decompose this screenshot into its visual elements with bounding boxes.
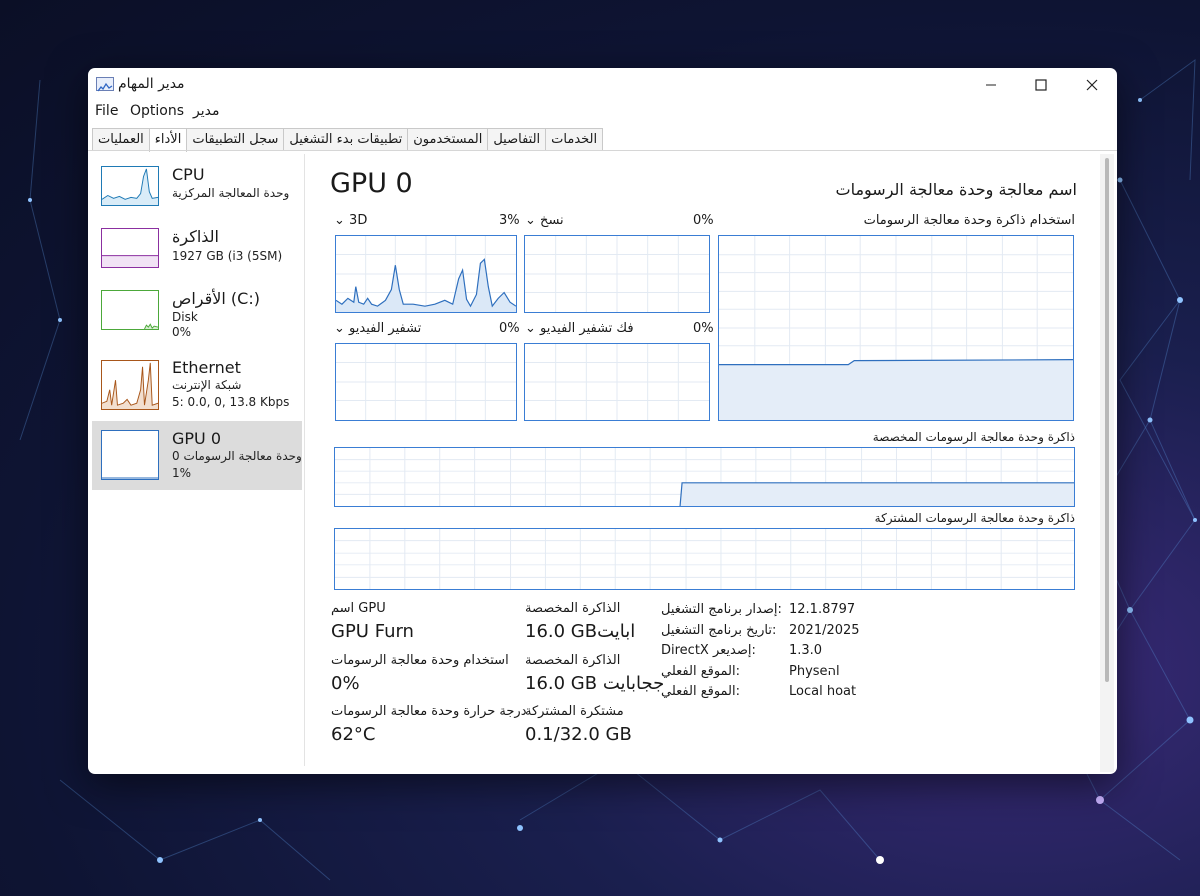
info-physical-location-key: الموقع الفعلي: bbox=[661, 664, 741, 679]
tab-strip: العمليات الأداء سجل التطبيقات تطبيقات بد… bbox=[92, 128, 604, 152]
dedicated-memory-label: ذاكرة وحدة معالجة الرسومات المخصصة bbox=[872, 430, 1075, 444]
gpu-memory-usage-label: استخدام ذاكرة وحدة معالجة الرسومات bbox=[863, 213, 1075, 228]
close-icon bbox=[1086, 79, 1098, 91]
info-location-value: Local hoat bbox=[789, 684, 857, 699]
dedicated-memory-graph bbox=[334, 447, 1075, 507]
maximize-icon bbox=[1035, 79, 1047, 91]
window-title: مدير المهام bbox=[118, 76, 185, 92]
tab-divider bbox=[88, 150, 1117, 151]
info-physical-location-value: Physeהl bbox=[789, 664, 840, 679]
engine-video-encode-label[interactable]: ⌄ تشفير الفيديو bbox=[334, 321, 421, 336]
info-directx-value: 1.3.0 bbox=[789, 643, 823, 658]
engine-video-encode-percent: 0% bbox=[499, 321, 520, 336]
engine-video-decode-percent: 0% bbox=[693, 321, 714, 336]
engine-video-encode-name: تشفير الفيديو bbox=[349, 321, 422, 336]
engine-copy-label[interactable]: ⌄ نسخ bbox=[525, 213, 564, 228]
sidebar-item-gpu0[interactable]: GPU 0 وحدة معالجة الرسومات 0 1% bbox=[92, 421, 302, 490]
page-title: GPU 0 bbox=[330, 168, 413, 199]
sidebar-divider bbox=[304, 154, 305, 766]
chevron-down-icon: ⌄ bbox=[334, 321, 345, 336]
task-manager-window: مدير المهام File Options مدير العمليات ا… bbox=[88, 68, 1117, 774]
sidebar-item-ethernet-speed: 5: 0.0, 0, 13.8 Kbps bbox=[172, 395, 290, 409]
stat-dedicated-memory2-label: الذاكرة المخصصة bbox=[525, 653, 621, 668]
shared-memory-graph bbox=[334, 528, 1075, 590]
sidebar-item-cpu-sub: وحدة المعالجة المركزية bbox=[172, 186, 290, 200]
minimize-button[interactable] bbox=[966, 68, 1016, 102]
sidebar-item-memory[interactable]: الذاكرة 1927 GB (i3 (5SM) bbox=[92, 222, 302, 290]
sidebar-item-gpu0-title: GPU 0 bbox=[172, 429, 222, 448]
menu-file[interactable]: File bbox=[95, 103, 118, 119]
sidebar-item-gpu0-usage: 1% bbox=[172, 466, 192, 480]
tab-app-history[interactable]: سجل التطبيقات bbox=[186, 128, 285, 151]
stat-shared-memory-value: 0.1/32.0 GB bbox=[525, 724, 632, 745]
minimize-icon bbox=[986, 84, 996, 86]
chevron-down-icon: ⌄ bbox=[525, 321, 536, 336]
engine-copy-graph bbox=[524, 235, 710, 313]
sidebar-item-disk-usage: 0% bbox=[172, 325, 192, 339]
menu-manager[interactable]: مدير bbox=[193, 103, 219, 119]
engine-3d-percent: 3% bbox=[499, 213, 520, 228]
tab-details[interactable]: التفاصيل bbox=[487, 128, 547, 151]
maximize-button[interactable] bbox=[1016, 68, 1066, 102]
tab-performance[interactable]: الأداء bbox=[148, 128, 188, 152]
tab-users[interactable]: المستخدمون bbox=[407, 128, 489, 151]
stat-gpu-usage-value: 0% bbox=[331, 673, 360, 694]
info-driver-version-value: 12.1.8797 bbox=[789, 602, 856, 617]
stat-shared-memory-label: مشتكرة المشتركة bbox=[525, 704, 624, 719]
stat-gpu-name-value: GPU Furn bbox=[331, 621, 414, 642]
info-driver-date-value: 2021/2025 bbox=[789, 623, 860, 638]
engine-video-decode-name: فك تشفير الفيديو bbox=[540, 321, 634, 336]
tab-processes[interactable]: العمليات bbox=[92, 128, 150, 151]
cpu-thumbnail-graph bbox=[101, 166, 159, 206]
sidebar-item-ethernet-title: Ethernet bbox=[172, 358, 241, 377]
stat-gpu-temp-value: 62°C bbox=[331, 724, 376, 745]
stat-dedicated-memory-value: 16.0 GBابايت bbox=[525, 621, 636, 642]
sidebar-item-cpu[interactable]: CPU وحدة المعالجة المركزية bbox=[92, 160, 302, 228]
info-directx-key: DirectX إصديعر: bbox=[661, 643, 756, 658]
engine-3d-name: 3D bbox=[349, 213, 368, 228]
info-driver-version-key: إصدار برنامج التشغيل: bbox=[661, 602, 782, 617]
stat-gpu-temp-label: درجة حرارة وحدة معالجة الرسومات bbox=[331, 704, 527, 719]
disk-thumbnail-graph bbox=[101, 290, 159, 330]
engine-copy-name: نسخ bbox=[540, 213, 564, 228]
gpu-memory-usage-graph bbox=[718, 235, 1074, 421]
sidebar-item-ethernet[interactable]: Ethernet شبكة الإنترنت 5: 0.0, 0, 13.8 K… bbox=[92, 354, 302, 422]
memory-thumbnail-graph bbox=[101, 228, 159, 268]
sidebar-item-memory-title: الذاكرة bbox=[172, 227, 219, 246]
engine-video-decode-label[interactable]: ⌄ فك تشفير الفيديو bbox=[525, 321, 634, 336]
title-bar[interactable]: مدير المهام bbox=[88, 68, 1117, 102]
engine-video-encode-graph bbox=[335, 343, 517, 421]
sidebar-item-memory-sub: 1927 GB (i3 (5SM) bbox=[172, 249, 283, 263]
sidebar-item-cpu-title: CPU bbox=[172, 165, 205, 184]
sidebar-item-disk-sub: Disk bbox=[172, 310, 198, 324]
stat-gpu-name-label: اسم GPU bbox=[331, 601, 386, 616]
stat-dedicated-memory-label: الذاكرة المخصصة bbox=[525, 601, 621, 616]
sidebar-item-disk-title: الأقراص (C:) bbox=[172, 289, 260, 308]
tab-services[interactable]: الخدمات bbox=[545, 128, 604, 151]
menu-bar: File Options مدير bbox=[88, 102, 1117, 124]
stat-gpu-usage-label: استخدام وحدة معالجة الرسومات bbox=[331, 653, 509, 668]
engine-3d-label[interactable]: ⌄ 3D bbox=[334, 213, 367, 228]
ethernet-thumbnail-graph bbox=[101, 360, 159, 410]
chevron-down-icon: ⌄ bbox=[334, 213, 345, 228]
task-manager-icon bbox=[96, 77, 114, 92]
info-location-key: الموقع الفعلي: bbox=[661, 684, 741, 699]
sidebar-item-gpu0-sub: وحدة معالجة الرسومات 0 bbox=[172, 449, 302, 463]
shared-memory-label: ذاكرة وحدة معالجة الرسومات المشتركة bbox=[874, 511, 1075, 525]
gpu-thumbnail-graph bbox=[101, 430, 159, 480]
engine-video-decode-graph bbox=[524, 343, 710, 421]
engine-copy-percent: 0% bbox=[693, 213, 714, 228]
sidebar-item-disk[interactable]: الأقراص (C:) Disk 0% bbox=[92, 284, 302, 352]
engine-3d-graph bbox=[335, 235, 517, 313]
scrollbar-thumb[interactable] bbox=[1105, 158, 1109, 682]
tab-startup-apps[interactable]: تطبيقات بدء التشغيل bbox=[283, 128, 409, 151]
stat-dedicated-memory2-value: 16.0 GB ججابايت bbox=[525, 673, 665, 694]
info-driver-date-key: تاريخ برنامج التشغيل: bbox=[661, 623, 777, 638]
gpu-adapter-name: اسم معالجة وحدة معالجة الرسومات bbox=[835, 180, 1077, 199]
menu-options[interactable]: Options bbox=[130, 103, 184, 119]
chevron-down-icon: ⌄ bbox=[525, 213, 536, 228]
sidebar-item-ethernet-sub: شبكة الإنترنت bbox=[172, 378, 242, 392]
close-button[interactable] bbox=[1067, 68, 1117, 102]
